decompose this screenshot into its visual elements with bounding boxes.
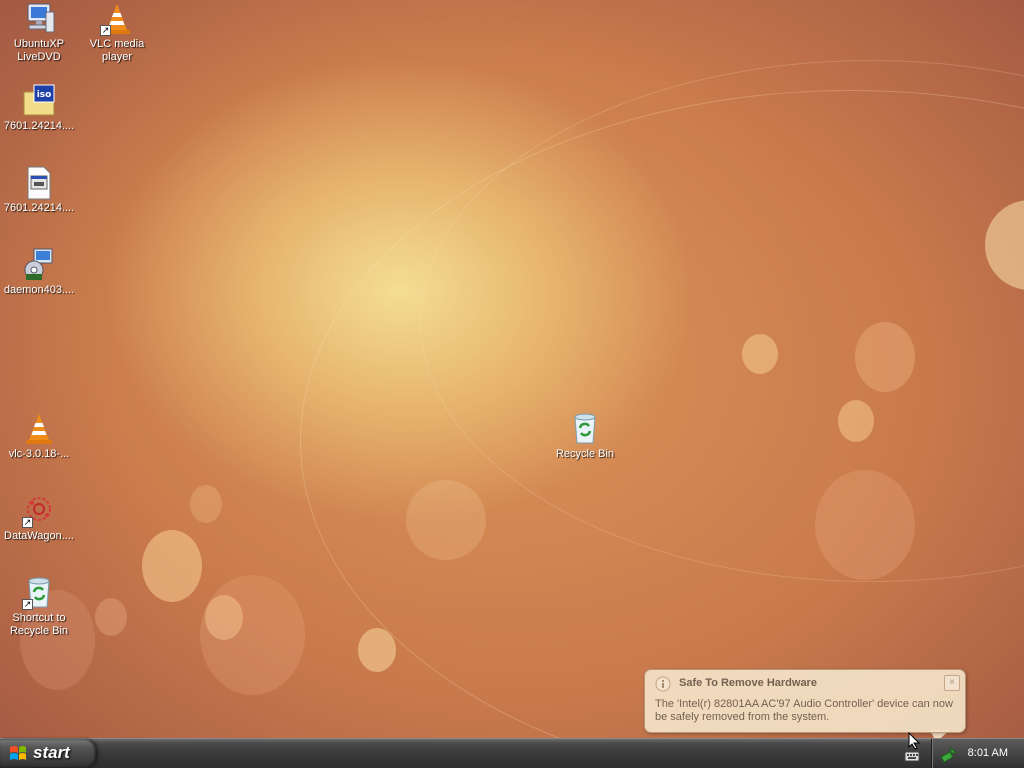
balloon-title: Safe To Remove Hardware bbox=[679, 677, 817, 689]
desktop-icon-daemon-installer[interactable]: daemon403.... bbox=[0, 248, 79, 297]
clock[interactable]: 8:01 AM bbox=[968, 747, 1008, 759]
windows-flag-icon bbox=[9, 745, 27, 762]
vlc-cone-icon: ↗ bbox=[100, 2, 134, 36]
desktop-icon-label: Recycle Bin bbox=[555, 448, 615, 460]
iso-file-icon: iso bbox=[22, 84, 56, 118]
desktop-icon-label: Shortcut to Recycle Bin bbox=[9, 612, 69, 637]
start-label: start bbox=[33, 743, 70, 762]
start-button[interactable]: start bbox=[0, 739, 96, 768]
system-tray: 8:01 AM bbox=[931, 739, 1024, 768]
recycle-bin-icon: ↗ bbox=[22, 576, 56, 610]
desktop-icon-ubuntuxp-livedvd[interactable]: UbuntuXP LiveDVD bbox=[0, 2, 79, 64]
desktop-icon-iso-file[interactable]: iso 7601.24214.... bbox=[0, 84, 79, 133]
desktop-icon-datawagon[interactable]: ↗ DataWagon.... bbox=[0, 494, 79, 543]
taskbar: start 8:01 AM bbox=[0, 738, 1024, 768]
executable-file-icon bbox=[22, 166, 56, 200]
desktop-icon-vlc-installer[interactable]: vlc-3.0.18-... bbox=[0, 412, 79, 461]
desktop-icon-label: daemon403.... bbox=[3, 284, 75, 296]
balloon-close-button[interactable]: × bbox=[944, 675, 960, 691]
shortcut-arrow-icon: ↗ bbox=[100, 25, 111, 36]
shortcut-arrow-icon: ↗ bbox=[22, 517, 33, 528]
vlc-cone-icon bbox=[22, 412, 56, 446]
desktop-icon-shortcut-recycle-bin[interactable]: ↗ Shortcut to Recycle Bin bbox=[0, 576, 79, 638]
desktop-icon-recycle-bin[interactable]: Recycle Bin bbox=[545, 412, 625, 461]
safe-remove-balloon[interactable]: Safe To Remove Hardware × The 'Intel(r) … bbox=[644, 669, 966, 733]
computer-icon bbox=[22, 2, 56, 36]
desktop-icon-executable[interactable]: 7601.24214.... bbox=[0, 166, 79, 215]
mouse-cursor-icon bbox=[908, 731, 921, 750]
desktop-icon-label: VLC media player bbox=[89, 38, 145, 63]
safely-remove-hardware-icon[interactable] bbox=[940, 745, 958, 763]
desktop[interactable]: UbuntuXP LiveDVD ↗ VLC media player iso … bbox=[0, 0, 1024, 738]
datawagon-icon: ↗ bbox=[22, 494, 56, 528]
recycle-bin-icon bbox=[568, 412, 602, 446]
desktop-icon-label: vlc-3.0.18-... bbox=[8, 448, 70, 460]
desktop-icon-label: UbuntuXP LiveDVD bbox=[13, 38, 65, 63]
desktop-icon-label: 7601.24214.... bbox=[3, 120, 75, 132]
shortcut-arrow-icon: ↗ bbox=[22, 599, 33, 610]
installer-icon bbox=[22, 248, 56, 282]
balloon-message: The 'Intel(r) 82801AA AC'97 Audio Contro… bbox=[655, 698, 953, 723]
desktop-icon-vlc-media-player[interactable]: ↗ VLC media player bbox=[77, 2, 157, 64]
desktop-icon-label: 7601.24214.... bbox=[3, 202, 75, 214]
desktop-icon-label: DataWagon.... bbox=[4, 530, 74, 542]
info-icon bbox=[655, 676, 671, 692]
svg-text:iso: iso bbox=[37, 90, 52, 100]
